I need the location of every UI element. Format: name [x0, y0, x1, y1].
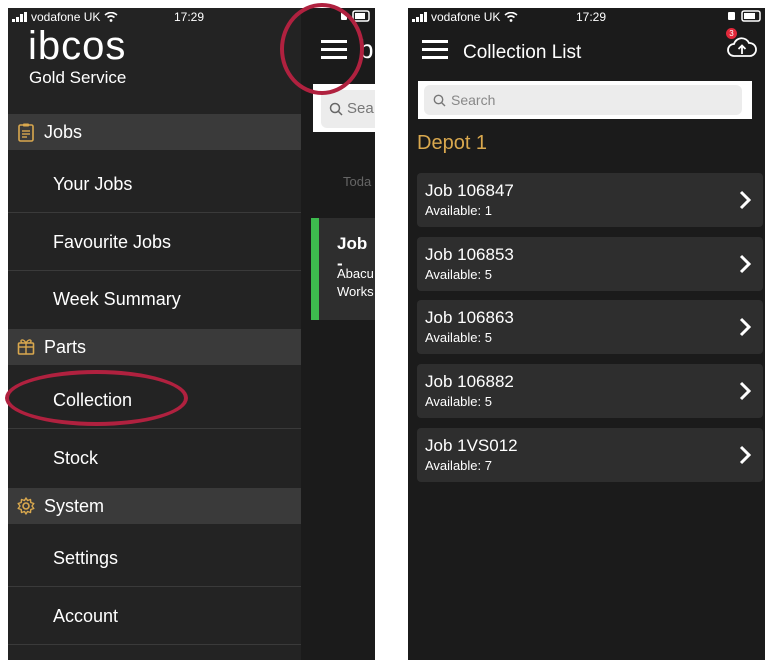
job-title: Job 106847	[425, 181, 514, 200]
highlight-circle-menu	[280, 3, 364, 95]
status-bar: vodafone UK	[412, 10, 518, 24]
section-label: Parts	[44, 336, 87, 357]
job-list-item[interactable]: Job 106847 Available: 1	[417, 173, 763, 227]
section-parts: Parts	[8, 329, 301, 365]
search-input[interactable]: Search	[424, 85, 742, 115]
box-icon	[17, 339, 35, 355]
search-icon	[329, 102, 343, 116]
menu-item-label: Favourite Jobs	[53, 231, 172, 252]
job-title: Job 1VS012	[425, 436, 518, 455]
menu-item-favourite-jobs[interactable]: Favourite Jobs	[8, 214, 301, 271]
clipboard-icon	[18, 123, 34, 142]
section-jobs: Jobs	[8, 114, 301, 150]
menu-item-label: Settings	[53, 547, 119, 568]
menu-item-settings[interactable]: Settings	[8, 530, 301, 587]
menu-item-label: Your Jobs	[53, 173, 133, 194]
menu-item-stock[interactable]: Stock	[8, 430, 301, 487]
section-label: System	[44, 495, 105, 516]
job-availability: Available: 7	[425, 458, 492, 473]
chevron-right-icon	[739, 317, 751, 337]
chevron-right-icon	[739, 381, 751, 401]
carrier-label: vodafone UK	[31, 10, 101, 24]
clock: 17:29	[174, 10, 205, 24]
search-placeholder: Sea	[347, 100, 374, 117]
search-icon	[433, 94, 446, 107]
gear-icon	[17, 497, 35, 515]
job-card-peek[interactable]: Job - Abacu Works	[311, 218, 375, 320]
depot-heading: Depot 1	[417, 132, 488, 154]
navigation-drawer: vodafone UK 17:29 ibcos Gold Service Job…	[8, 8, 301, 660]
job-list-item[interactable]: Job 106853 Available: 5	[417, 237, 763, 291]
status-bar: vodafone UK	[12, 10, 118, 24]
job-list-item[interactable]: Job 106863 Available: 5	[417, 300, 763, 354]
menu-item-label: Account	[53, 605, 119, 626]
wifi-icon	[504, 12, 518, 22]
search-panel: Search	[418, 81, 752, 119]
gold-service-label: Gold Service	[29, 68, 127, 87]
chevron-right-icon	[739, 190, 751, 210]
signal-icon	[412, 12, 427, 22]
job-list-item[interactable]: Job 106882 Available: 5	[417, 364, 763, 418]
job-line: Works	[337, 284, 374, 299]
job-title: Job 106882	[425, 372, 514, 391]
job-availability: Available: 5	[425, 330, 492, 345]
wifi-icon	[104, 12, 118, 22]
highlight-circle-collection	[5, 370, 188, 426]
chevron-right-icon	[739, 445, 751, 465]
search-placeholder: Search	[451, 92, 496, 108]
job-list-item[interactable]: Job 1VS012 Available: 7	[417, 428, 763, 482]
job-availability: Available: 1	[425, 203, 492, 218]
job-status-stripe	[311, 218, 319, 320]
clock: 17:29	[576, 10, 607, 24]
menu-item-your-jobs[interactable]: Your Jobs	[8, 156, 301, 213]
job-availability: Available: 5	[425, 394, 492, 409]
menu-item-label: Week Summary	[53, 289, 181, 309]
page-title: Collection List	[463, 42, 582, 63]
ibcos-logo: ibcos	[28, 24, 127, 68]
today-label: Toda	[343, 174, 372, 189]
battery-icon	[728, 10, 762, 22]
chevron-right-icon	[739, 254, 751, 274]
right-phone-screen: vodafone UK 17:29 Collection List 3 Sear…	[408, 8, 765, 660]
job-line: Abacu	[337, 266, 374, 281]
upload-count-badge: 3	[726, 28, 737, 39]
menu-item-label: Stock	[53, 448, 99, 468]
search-input[interactable]: Sea	[321, 90, 375, 128]
job-availability: Available: 5	[425, 267, 492, 282]
cloud-upload-button[interactable]: 3	[726, 28, 758, 62]
section-system: System	[8, 488, 301, 524]
menu-item-week-summary[interactable]: Week Summary	[8, 271, 301, 328]
main-screen-peek: b Sea Toda Job - Abacu Works	[301, 8, 375, 660]
signal-icon	[12, 12, 27, 22]
carrier-label: vodafone UK	[431, 10, 501, 24]
job-title: Job 106853	[425, 245, 514, 264]
job-title: Job 106863	[425, 308, 514, 327]
left-phone-screen: b Sea Toda Job - Abacu Works vodafone UK	[8, 8, 375, 660]
menu-item-account[interactable]: Account	[8, 588, 301, 645]
section-label: Jobs	[44, 121, 83, 142]
hamburger-icon[interactable]	[422, 40, 448, 60]
